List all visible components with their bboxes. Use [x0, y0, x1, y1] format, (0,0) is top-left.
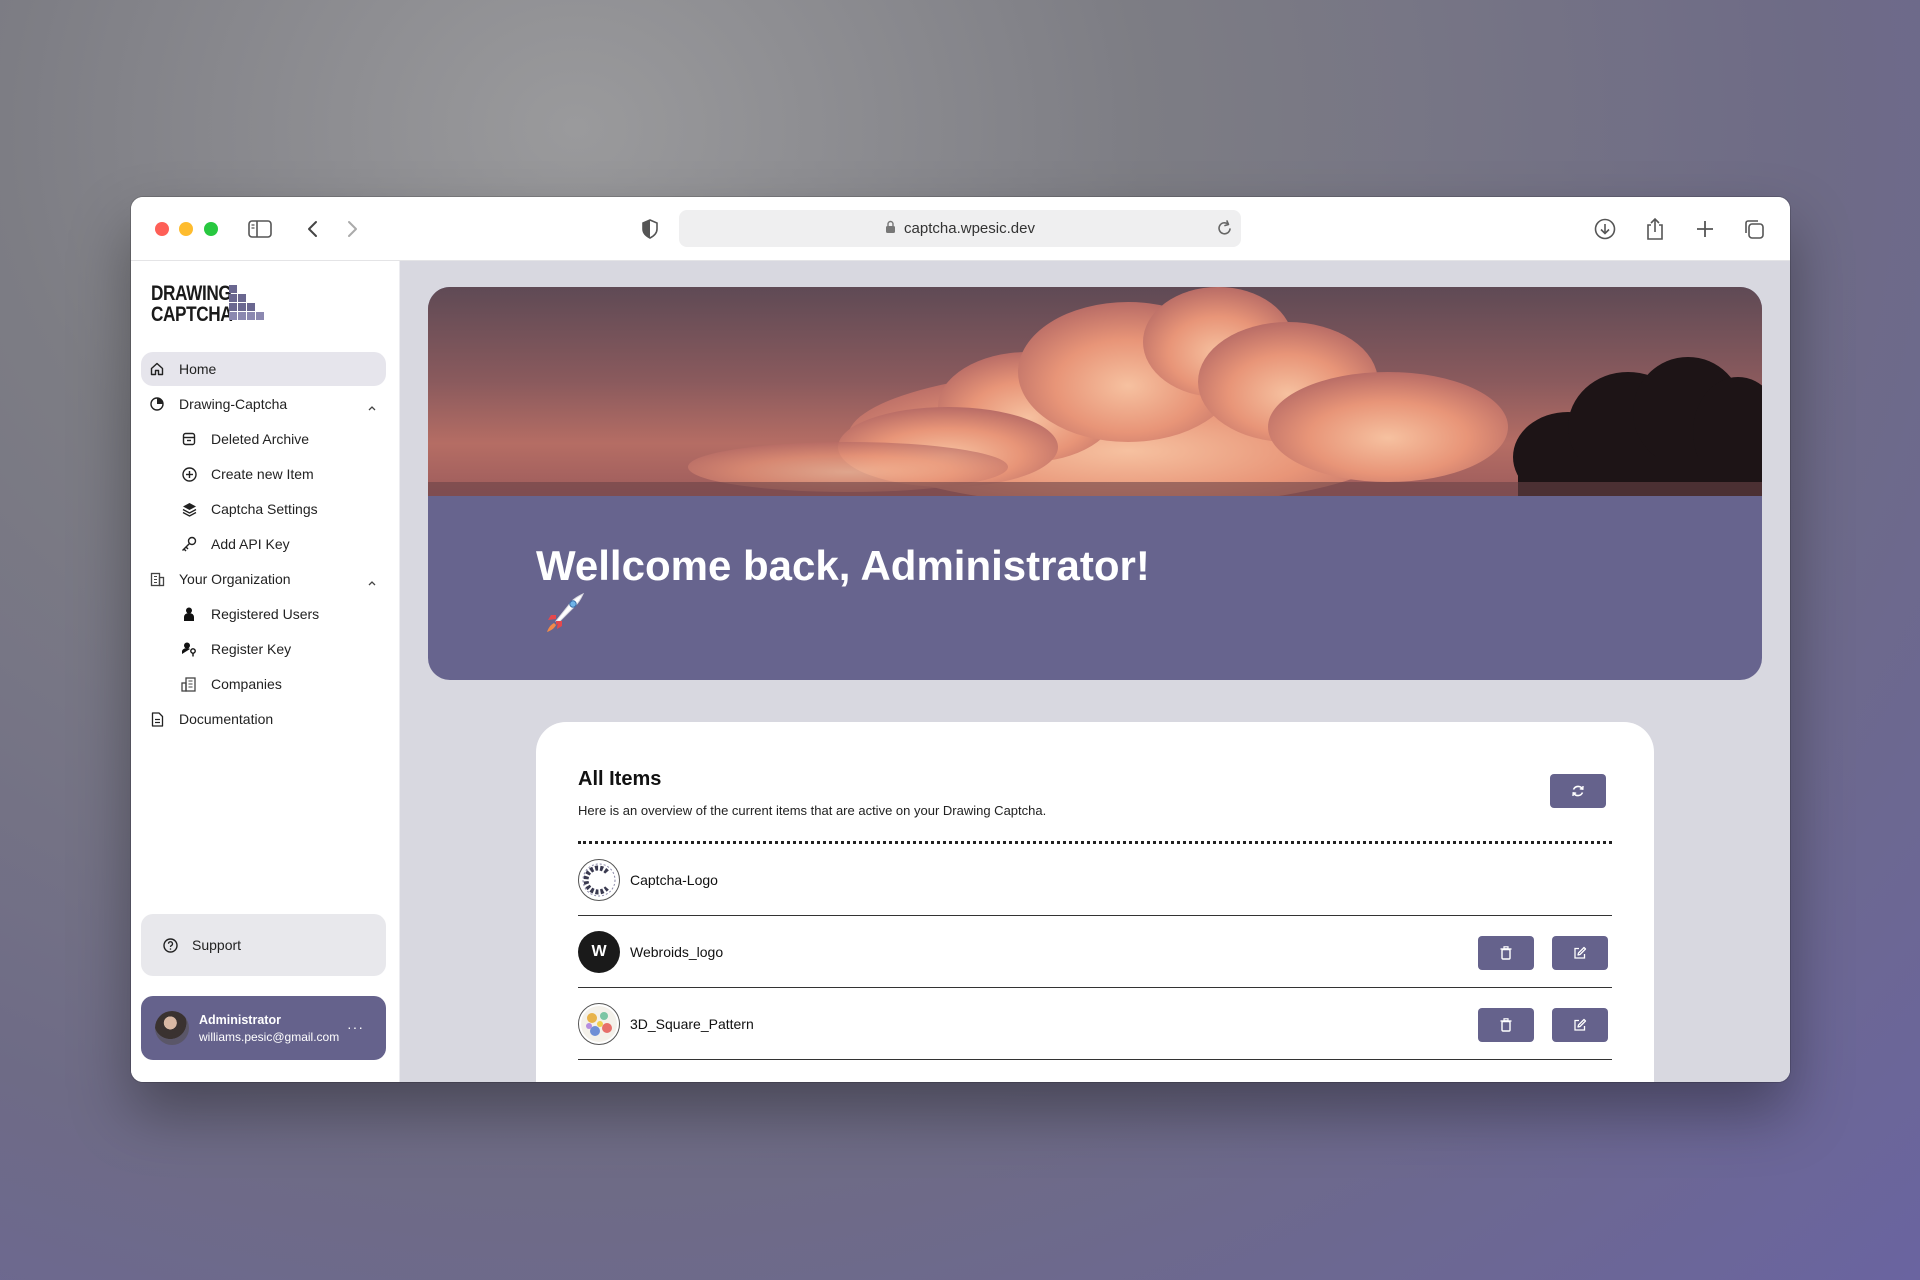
share-icon[interactable] [1641, 215, 1669, 243]
user-icon [181, 606, 197, 622]
companies-icon [181, 676, 197, 692]
browser-window: captcha.wpesic.dev DRAWING CAPTCHA Home … [131, 197, 1790, 1082]
refresh-button[interactable] [1550, 774, 1606, 808]
edit-icon [1574, 1018, 1587, 1031]
user-name: Administrator [199, 1012, 281, 1027]
lock-icon [885, 220, 896, 238]
sidebar-item-label: Your Organization [179, 571, 291, 587]
delete-button[interactable] [1478, 1008, 1534, 1042]
more-options-icon[interactable]: ··· [347, 1019, 364, 1035]
card-description: Here is an overview of the current items… [578, 803, 1047, 818]
key-register-icon [181, 641, 197, 657]
browser-toolbar: captcha.wpesic.dev [131, 197, 1790, 261]
sidebar-item-label: Register Key [211, 641, 292, 657]
refresh-icon [1572, 785, 1584, 797]
logo-line-2: CAPTCHA [151, 303, 233, 326]
item-name: Webroids_logo [630, 944, 724, 960]
support-button[interactable]: Support [141, 914, 386, 976]
user-email: williams.pesic@gmail.com [199, 1029, 340, 1044]
card-title: All Items [578, 768, 662, 790]
document-icon [149, 711, 165, 727]
user-profile-card[interactable]: Administrator williams.pesic@gmail.com ·… [141, 996, 386, 1060]
sidebar: DRAWING CAPTCHA Home Drawing-Captcha Del… [131, 261, 400, 1082]
minimize-window-button[interactable] [179, 222, 193, 236]
sidebar-item-registered-users[interactable]: Registered Users [141, 597, 386, 631]
forward-icon[interactable] [338, 215, 366, 243]
sidebar-item-captcha-settings[interactable]: Captcha Settings [141, 492, 386, 526]
plus-circle-icon [181, 466, 197, 482]
layers-icon [181, 501, 197, 517]
captcha-logo-thumb [578, 859, 620, 901]
item-name: Captcha-Logo [630, 872, 718, 888]
sidebar-item-register-key[interactable]: Register Key [141, 632, 386, 666]
item-name: 3D_Square_Pattern [630, 1016, 754, 1032]
archive-icon [181, 431, 197, 447]
sidebar-item-label: Deleted Archive [211, 431, 310, 447]
url-text: captcha.wpesic.dev [904, 220, 1035, 237]
sidebar-item-label: Create new Item [211, 466, 314, 482]
sidebar-item-home[interactable]: Home [141, 352, 386, 386]
trash-icon [1500, 1018, 1512, 1032]
support-label: Support [192, 937, 242, 953]
main-content: Wellcome back, Administrator! All Items … [400, 261, 1790, 1082]
sidebar-item-label: Companies [211, 676, 282, 692]
rocket-icon [542, 591, 586, 640]
edit-button[interactable] [1552, 936, 1608, 970]
trash-icon [1500, 946, 1512, 960]
sidebar-item-label: Captcha Settings [211, 501, 318, 517]
sidebar-item-deleted-archive[interactable]: Deleted Archive [141, 422, 386, 456]
edit-button[interactable] [1552, 1008, 1608, 1042]
chevron-up-icon[interactable] [368, 398, 376, 414]
table-row[interactable]: W Webroids_logo [578, 916, 1612, 988]
sidebar-item-your-organization[interactable]: Your Organization [141, 562, 386, 596]
chevron-up-icon[interactable] [368, 573, 376, 589]
question-circle-icon [163, 937, 178, 953]
sidebar-item-label: Documentation [179, 711, 274, 727]
reload-icon[interactable] [1217, 219, 1233, 241]
back-icon[interactable] [299, 215, 327, 243]
sidebar-item-companies[interactable]: Companies [141, 667, 386, 701]
table-row[interactable]: Captcha-Logo [578, 844, 1612, 916]
webroids-logo-thumb: W [578, 931, 620, 973]
building-icon [149, 571, 165, 587]
zoom-window-button[interactable] [204, 222, 218, 236]
address-bar[interactable]: captcha.wpesic.dev [679, 210, 1241, 247]
sidebar-item-label: Drawing-Captcha [179, 396, 288, 412]
avatar [155, 1011, 189, 1045]
welcome-title: Wellcome back, Administrator! [536, 542, 1150, 589]
downloads-icon[interactable] [1591, 215, 1619, 243]
sidebar-toggle-icon[interactable] [246, 215, 274, 243]
sidebar-item-label: Home [179, 361, 217, 377]
home-icon [149, 361, 165, 377]
tab-overview-icon[interactable] [1740, 215, 1768, 243]
sidebar-item-label: Add API Key [211, 536, 290, 552]
welcome-banner: Wellcome back, Administrator! [428, 287, 1762, 680]
all-items-card: All Items Here is an overview of the cur… [536, 722, 1654, 1082]
sidebar-item-documentation[interactable]: Documentation [141, 702, 386, 736]
delete-button[interactable] [1478, 936, 1534, 970]
app-logo[interactable]: DRAWING CAPTCHA [151, 282, 264, 326]
edit-icon [1574, 946, 1587, 959]
sidebar-item-drawing-captcha[interactable]: Drawing-Captcha [141, 387, 386, 421]
new-tab-icon[interactable] [1691, 215, 1719, 243]
sidebar-item-add-api-key[interactable]: Add API Key [141, 527, 386, 561]
banner-cloud-image [428, 287, 1762, 507]
privacy-shield-icon[interactable] [636, 215, 664, 243]
sidebar-item-create-new-item[interactable]: Create new Item [141, 457, 386, 491]
clock-icon [149, 396, 165, 412]
pattern-thumb [578, 1003, 620, 1045]
sidebar-item-label: Registered Users [211, 606, 320, 622]
table-row[interactable]: 3D_Square_Pattern [578, 988, 1612, 1060]
logo-line-1: DRAWING [151, 282, 232, 305]
key-icon [181, 536, 197, 552]
close-window-button[interactable] [155, 222, 169, 236]
